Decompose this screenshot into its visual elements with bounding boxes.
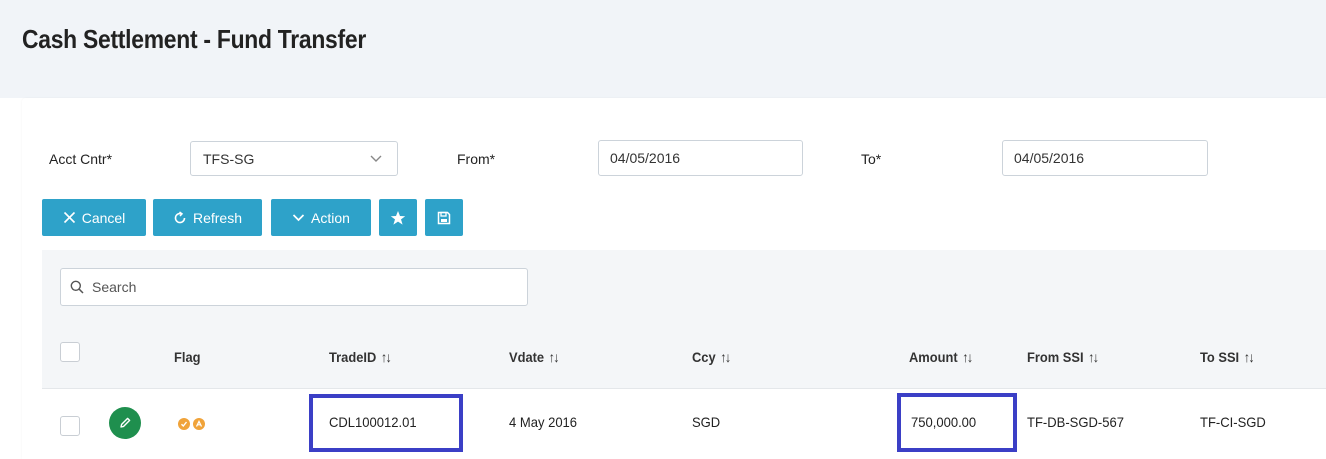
chevron-down-icon [370,155,382,162]
action-button[interactable]: Action [271,199,371,236]
table-divider [42,388,1326,389]
edit-button[interactable] [109,407,141,439]
flag-alert-icon [193,418,205,430]
refresh-button[interactable]: Refresh [153,199,262,236]
sort-icon[interactable]: ↑↓ [549,349,560,365]
trade-id-highlight-box [309,394,463,452]
to-label: To* [861,151,882,167]
to-ssi-header-label: To SSI [1200,349,1240,365]
acct-cntr-select[interactable]: TFS-SG [190,141,398,176]
ccy-header-label: Ccy [692,349,716,365]
cell-ccy: SGD [692,414,721,430]
cancel-button-label: Cancel [81,209,126,226]
column-header-vdate[interactable]: Vdate ↑↓ [509,349,560,365]
favorite-button[interactable] [379,199,417,236]
column-header-to-ssi[interactable]: To SSI ↑↓ [1200,349,1255,365]
select-all-checkbox[interactable] [60,342,80,362]
column-header-amount[interactable]: Amount ↑↓ [909,349,973,365]
pencil-icon [120,417,131,428]
sort-icon[interactable]: ↑↓ [381,349,392,365]
amount-header-label: Amount [909,349,958,365]
page-title: Cash Settlement - Fund Transfer [22,24,366,54]
trade-id-header-label: TradeID [329,349,377,365]
save-button[interactable] [425,199,463,236]
column-header-ccy[interactable]: Ccy ↑↓ [692,349,731,365]
close-icon [63,211,75,224]
cell-vdate: 4 May 2016 [509,414,578,430]
star-icon [390,210,406,225]
search-placeholder: Search [92,279,137,295]
refresh-icon [174,210,186,223]
column-header-flag[interactable]: Flag [174,349,200,365]
search-input[interactable]: Search [60,268,528,306]
row-checkbox[interactable] [60,416,80,436]
acct-cntr-value: TFS-SG [203,151,255,167]
save-icon [437,211,451,224]
sort-icon[interactable]: ↑↓ [1244,349,1255,365]
refresh-button-label: Refresh [192,209,243,226]
flag-header-label: Flag [174,349,201,365]
to-date-field[interactable]: 04/05/2016 [1002,140,1208,176]
cell-to-ssi: TF-CI-SGD [1200,414,1266,430]
cell-from-ssi: TF-DB-SGD-567 [1027,414,1124,430]
chevron-down-icon [292,214,305,222]
sort-icon[interactable]: ↑↓ [962,349,973,365]
acct-cntr-label: Acct Cntr* [49,151,113,167]
sort-icon[interactable]: ↑↓ [1088,349,1099,365]
flag-check-icon [178,418,190,430]
vdate-header-label: Vdate [509,349,545,365]
column-header-from-ssi[interactable]: From SSI ↑↓ [1027,349,1099,365]
search-icon [70,280,84,294]
from-date-field[interactable]: 04/05/2016 [598,140,803,176]
column-header-trade-id[interactable]: TradeID ↑↓ [329,349,392,365]
amount-highlight-box [897,393,1017,452]
cancel-button[interactable]: Cancel [42,199,146,236]
sort-icon[interactable]: ↑↓ [720,349,731,365]
from-ssi-header-label: From SSI [1027,349,1084,365]
action-button-label: Action [311,209,350,226]
from-label: From* [457,151,496,167]
